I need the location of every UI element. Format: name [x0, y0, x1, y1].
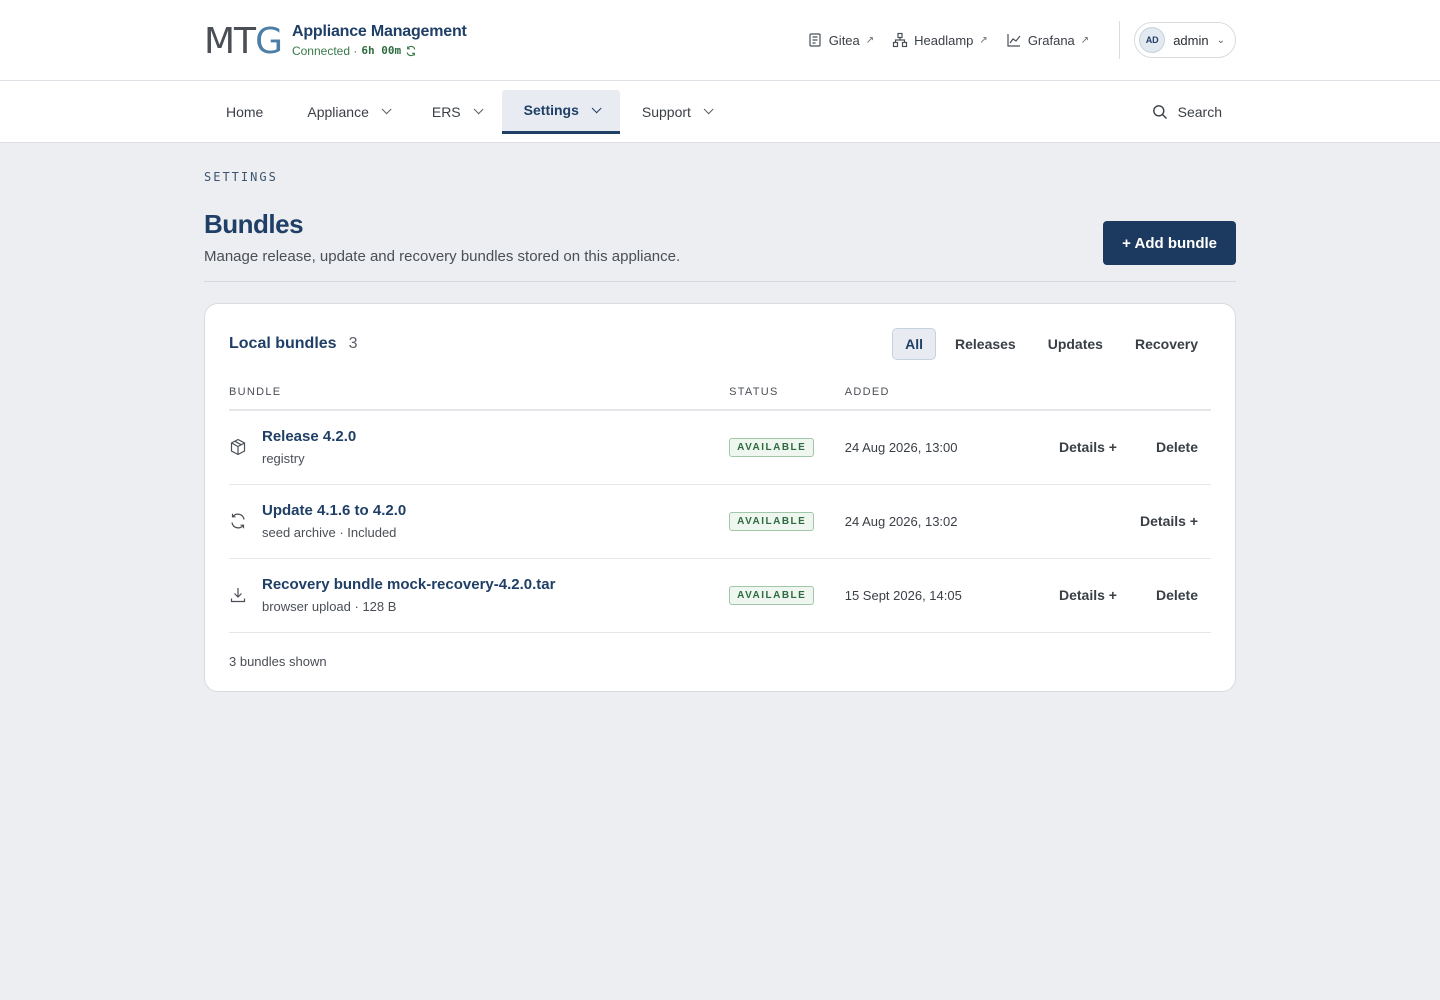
- nav-settings[interactable]: Settings: [501, 89, 620, 134]
- filter-all[interactable]: All: [892, 328, 936, 360]
- details-button[interactable]: Details +: [1059, 587, 1130, 603]
- nav-support-label: Support: [641, 103, 691, 120]
- filter-recovery[interactable]: Recovery: [1122, 328, 1211, 360]
- chevron-down-icon: [473, 104, 484, 115]
- card-title: Local bundles: [229, 335, 337, 352]
- user-name: admin: [1173, 32, 1209, 48]
- page-subtitle: Manage release, update and recovery bund…: [204, 248, 681, 265]
- uptime-value: 6h 00m: [361, 44, 402, 57]
- added-date: 24 Aug 2026, 13:00: [844, 410, 1033, 485]
- main-content: SETTINGS Bundles Manage release, update …: [204, 143, 1236, 692]
- table-row: Release 4.2.0 registry AVAILABLE 24 Aug …: [229, 410, 1211, 485]
- nav-ers[interactable]: ERS: [410, 90, 502, 134]
- headlamp-label: Headlamp: [914, 32, 974, 48]
- headlamp-link[interactable]: Headlamp ↗: [892, 32, 988, 48]
- nav-home[interactable]: Home: [204, 90, 285, 134]
- column-header-status: STATUS: [729, 384, 845, 411]
- user-menu[interactable]: AD admin ⌄: [1134, 22, 1236, 58]
- logo-text-g: G: [255, 21, 283, 62]
- network-icon: [893, 32, 908, 48]
- external-links: Gitea ↗ Headlamp ↗ Grafana ↗: [807, 32, 1089, 48]
- external-arrow-icon: ↗: [979, 34, 988, 46]
- bundle-name[interactable]: Recovery bundle mock-recovery-4.2.0.tar: [262, 576, 555, 593]
- column-header-actions: [1032, 384, 1211, 411]
- logo-text-mt: MT: [204, 21, 256, 62]
- package-icon: [230, 439, 246, 456]
- filter-updates[interactable]: Updates: [1035, 328, 1116, 360]
- bundles-card: Local bundles 3 All Releases Updates Reco…: [204, 303, 1236, 692]
- column-header-bundle: BUNDLE: [229, 384, 730, 411]
- bundle-meta: seed archive · Included: [262, 525, 397, 540]
- gitea-label: Gitea: [828, 32, 860, 48]
- app-title: Appliance Management: [291, 22, 467, 40]
- nav-ers-label: ERS: [431, 103, 461, 120]
- details-button[interactable]: Details +: [1140, 513, 1211, 529]
- search-label: Search: [1177, 103, 1222, 120]
- page-title: Bundles: [204, 209, 304, 239]
- nav-appliance[interactable]: Appliance: [285, 90, 410, 134]
- status-badge: AVAILABLE: [729, 438, 815, 458]
- bundle-meta: browser upload · 128 B: [262, 599, 397, 614]
- chart-icon: [1007, 34, 1021, 47]
- bundle-meta: registry: [262, 451, 305, 467]
- bundles-table: BUNDLE STATUS ADDED Release 4.2.0 regist…: [229, 384, 1211, 633]
- external-arrow-icon: ↗: [865, 34, 875, 46]
- connection-status: Connected · 6h 00m: [292, 44, 467, 58]
- gitea-link[interactable]: Gitea ↗: [807, 32, 874, 48]
- status-badge: AVAILABLE: [729, 512, 815, 531]
- mtg-logo: MT G: [204, 21, 283, 62]
- chevron-down-icon: [591, 102, 602, 113]
- details-button[interactable]: Details +: [1059, 439, 1130, 455]
- download-icon: [230, 588, 246, 603]
- delete-button[interactable]: Delete: [1156, 439, 1211, 455]
- status-badge: AVAILABLE: [729, 586, 815, 605]
- bundle-count: 3: [348, 335, 358, 352]
- nav-support[interactable]: Support: [620, 90, 732, 134]
- document-icon: [809, 33, 821, 47]
- table-header-row: BUNDLE STATUS ADDED: [229, 384, 1211, 411]
- table-footer: 3 bundles shown: [229, 654, 327, 669]
- table-row: Update 4.1.6 to 4.2.0 seed archive · Inc…: [229, 484, 1211, 559]
- status-text: Connected ·: [291, 43, 358, 58]
- nav-settings-label: Settings: [523, 102, 579, 118]
- column-header-added: ADDED: [844, 384, 1033, 411]
- page-header: Bundles Manage release, update and recov…: [204, 209, 1236, 282]
- grafana-link[interactable]: Grafana ↗: [1006, 32, 1089, 48]
- chevron-down-icon: [703, 104, 714, 115]
- filter-tabs: All Releases Updates Recovery: [892, 328, 1211, 360]
- bundle-name[interactable]: Update 4.1.6 to 4.2.0: [262, 502, 406, 519]
- nav-home-label: Home: [226, 103, 264, 120]
- add-bundle-button[interactable]: + Add bundle: [1103, 221, 1236, 265]
- table-row: Recovery bundle mock-recovery-4.2.0.tar …: [229, 558, 1211, 633]
- header-divider: [1119, 21, 1121, 59]
- card-header: Local bundles 3 All Releases Updates Reco…: [229, 304, 1211, 384]
- main-nav: Home Appliance ERS Settings Support Sear…: [0, 81, 1440, 143]
- nav-appliance-label: Appliance: [307, 103, 369, 120]
- sync-icon: [231, 513, 245, 529]
- search-button[interactable]: Search: [1152, 104, 1236, 120]
- avatar: AD: [1139, 27, 1166, 53]
- external-arrow-icon: ↗: [1080, 34, 1090, 46]
- top-header: MT G Appliance Management Connected · 6h …: [0, 0, 1440, 81]
- added-date: 15 Sept 2026, 14:05: [844, 558, 1033, 633]
- search-icon: [1152, 104, 1167, 119]
- chevron-down-icon: ⌄: [1216, 34, 1225, 46]
- bundle-name[interactable]: Release 4.2.0: [262, 428, 356, 445]
- chevron-down-icon: [381, 104, 392, 115]
- filter-releases[interactable]: Releases: [942, 328, 1029, 360]
- added-date: 24 Aug 2026, 13:02: [844, 484, 1033, 559]
- grafana-label: Grafana: [1027, 32, 1075, 48]
- brand-block: Appliance Management Connected · 6h 00m: [292, 23, 467, 58]
- breadcrumb: SETTINGS: [204, 170, 278, 184]
- refresh-icon[interactable]: [405, 45, 417, 57]
- delete-button[interactable]: Delete: [1156, 587, 1211, 603]
